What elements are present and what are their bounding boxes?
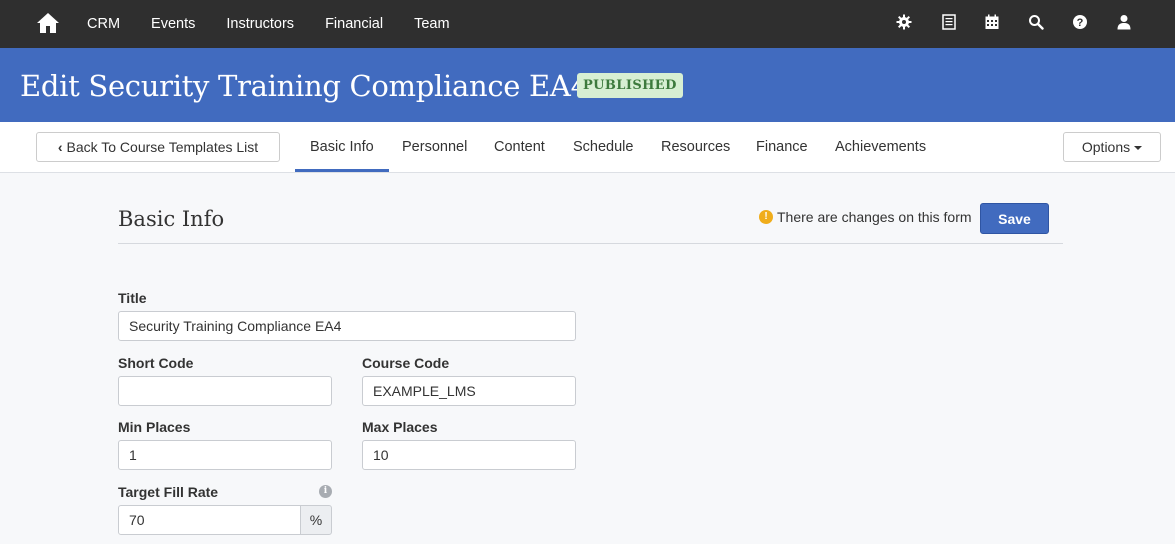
title-input[interactable] [118, 311, 576, 341]
course-code-input[interactable] [362, 376, 576, 406]
page-title: Edit Security Training Compliance EA4 [20, 69, 589, 103]
tab-finance[interactable]: Finance [756, 122, 808, 172]
target-fill-rate-label: Target Fill Rate [118, 484, 219, 500]
short-code-label: Short Code [118, 355, 194, 371]
warning-icon: ! [759, 210, 773, 224]
nav-link-instructors[interactable]: Instructors [226, 16, 294, 32]
max-places-label: Max Places [362, 419, 438, 435]
calendar-icon[interactable] [984, 14, 1000, 30]
min-places-label: Min Places [118, 419, 191, 435]
save-button[interactable]: Save [980, 203, 1049, 234]
unsaved-changes-notice: ! There are changes on this form [759, 209, 972, 225]
top-navbar: CRM Events Instructors Financial Team ? [0, 0, 1175, 48]
max-places-input[interactable] [362, 440, 576, 470]
nav-link-crm[interactable]: CRM [87, 16, 120, 32]
caret-down-icon [1134, 146, 1143, 151]
nav-link-team[interactable]: Team [414, 16, 449, 32]
title-label: Title [118, 290, 147, 306]
back-to-list-button[interactable]: ‹ Back To Course Templates List [36, 132, 280, 162]
tab-content[interactable]: Content [494, 122, 545, 172]
search-icon[interactable] [1028, 14, 1044, 30]
options-label: Options [1081, 139, 1131, 155]
short-code-input[interactable] [118, 376, 332, 406]
target-fill-rate-input[interactable] [118, 505, 301, 535]
nav-link-events[interactable]: Events [151, 16, 195, 32]
svg-text:?: ? [1077, 17, 1084, 29]
gear-icon[interactable] [896, 14, 912, 30]
section-divider [118, 243, 1063, 244]
tab-resources[interactable]: Resources [661, 122, 730, 172]
tab-bar: ‹ Back To Course Templates List Basic Inf… [0, 122, 1175, 173]
list-icon[interactable] [941, 14, 957, 30]
chevron-left-icon: ‹ [57, 139, 63, 155]
unsaved-changes-text: There are changes on this form [777, 209, 972, 225]
tab-basic-info[interactable]: Basic Info [295, 122, 389, 172]
tab-achievements[interactable]: Achievements [835, 122, 926, 172]
home-icon[interactable] [36, 11, 60, 35]
status-badge: PUBLISHED [577, 73, 683, 98]
user-icon[interactable] [1116, 14, 1132, 30]
min-places-input[interactable] [118, 440, 332, 470]
course-code-label: Course Code [362, 355, 450, 371]
back-button-label: Back To Course Templates List [66, 139, 259, 155]
help-icon[interactable]: ? [1072, 14, 1088, 30]
tab-schedule[interactable]: Schedule [573, 122, 633, 172]
nav-link-financial[interactable]: Financial [325, 16, 383, 32]
section-title: Basic Info [118, 207, 225, 231]
options-dropdown-button[interactable]: Options [1063, 132, 1161, 162]
percent-addon: % [300, 505, 332, 535]
tab-personnel[interactable]: Personnel [402, 122, 467, 172]
info-icon[interactable]: i [319, 485, 332, 498]
